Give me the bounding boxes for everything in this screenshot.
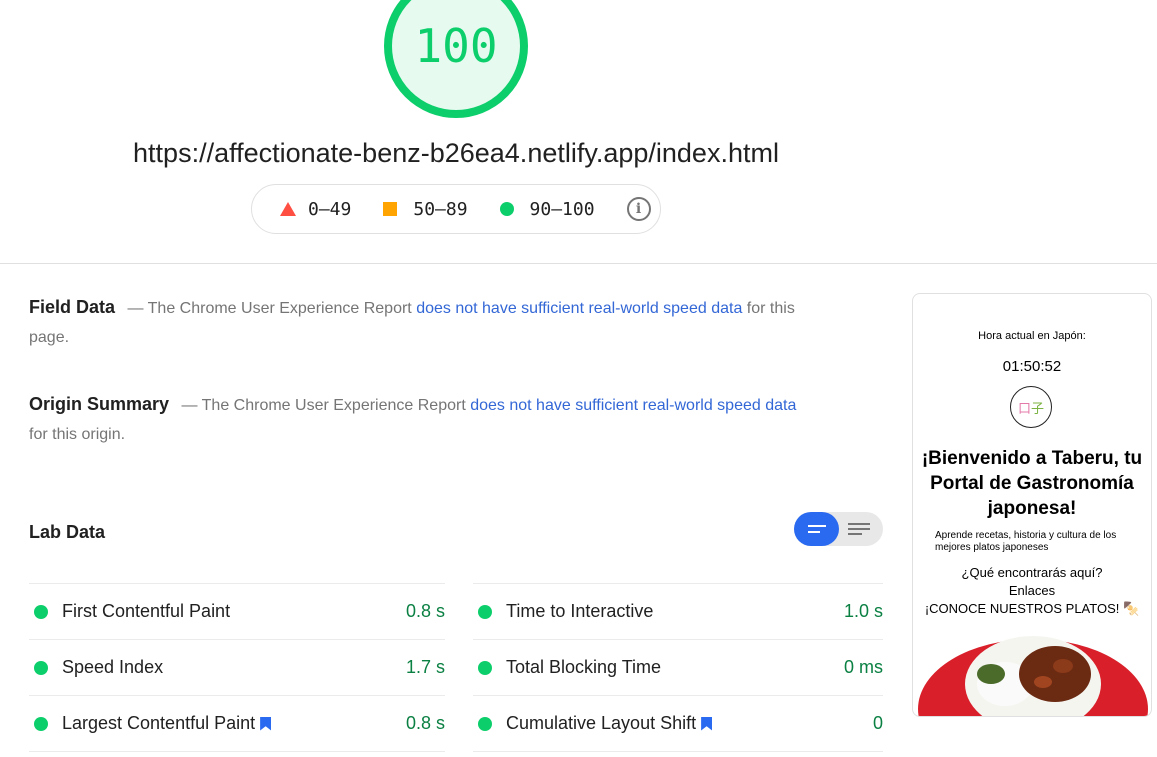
screenshot-time-label: Hora actual en Japón: — [978, 330, 1086, 342]
pass-circle-icon — [478, 604, 492, 619]
score-legend: 0–49 50–89 90–100 i — [251, 184, 661, 234]
metric-largest-contentful-paint: Largest Contentful Paint 0.8 s — [29, 695, 445, 752]
expanded-view-icon[interactable] — [839, 512, 883, 546]
pass-circle-icon — [34, 716, 48, 731]
field-data-link[interactable]: does not have sufficient real-world spee… — [416, 300, 742, 317]
lab-metrics-right: Time to Interactive 1.0 s Total Blocking… — [473, 583, 883, 752]
curry-dish-image — [918, 636, 1148, 716]
metrics-view-toggle[interactable] — [794, 512, 883, 546]
performance-score-gauge: 100 — [384, 0, 528, 118]
screenshot-welcome-heading: ¡Bienvenido a Taberu, tu Portal de Gastr… — [921, 448, 1143, 519]
bookmark-icon — [260, 716, 272, 731]
divider — [0, 263, 1157, 264]
legend-average: 50–89 — [383, 199, 468, 220]
metric-speed-index: Speed Index 1.7 s — [29, 639, 445, 695]
info-icon[interactable]: i — [626, 197, 651, 221]
screenshot-subtitle: Aprende recetas, historia y cultura de l… — [935, 530, 1117, 553]
metric-first-contentful-paint: First Contentful Paint 0.8 s — [29, 583, 445, 639]
bookmark-icon — [701, 716, 713, 731]
lab-metrics-left: First Contentful Paint 0.8 s Speed Index… — [29, 583, 445, 752]
field-data-section: Field Data — The Chrome User Experience … — [29, 297, 795, 346]
square-icon — [383, 202, 398, 216]
field-data-title: Field Data — [29, 297, 116, 317]
pass-circle-icon — [478, 716, 492, 731]
triangle-icon — [280, 202, 296, 216]
pass-circle-icon — [34, 604, 48, 619]
origin-summary-section: Origin Summary — The Chrome User Experie… — [29, 394, 797, 443]
origin-summary-link[interactable]: does not have sufficient real-world spee… — [470, 397, 796, 414]
origin-summary-title: Origin Summary — [29, 394, 170, 414]
legend-fail: 0–49 — [280, 199, 351, 220]
lab-data-title: Lab Data — [29, 522, 106, 542]
screenshot-time: 01:50:52 — [1002, 358, 1062, 375]
performance-score: 100 — [414, 19, 498, 73]
compact-view-icon[interactable] — [794, 512, 839, 546]
taberu-logo-icon: 口子 — [1010, 386, 1052, 428]
legend-pass: 90–100 — [499, 199, 595, 220]
final-screenshot-thumbnail[interactable]: Hora actual en Japón: 01:50:52 口子 ¡Bienv… — [912, 293, 1152, 717]
circle-icon — [499, 202, 514, 216]
pass-circle-icon — [478, 660, 492, 675]
screenshot-links-block: ¿Qué encontrarás aquí? Enlaces ¡CONOCE N… — [924, 565, 1140, 616]
metric-cumulative-layout-shift: Cumulative Layout Shift 0 — [473, 695, 883, 752]
metric-time-to-interactive: Time to Interactive 1.0 s — [473, 583, 883, 639]
page-url: https://affectionate-benz-b26ea4.netlify… — [133, 138, 779, 168]
pass-circle-icon — [34, 660, 48, 675]
metric-total-blocking-time: Total Blocking Time 0 ms — [473, 639, 883, 695]
